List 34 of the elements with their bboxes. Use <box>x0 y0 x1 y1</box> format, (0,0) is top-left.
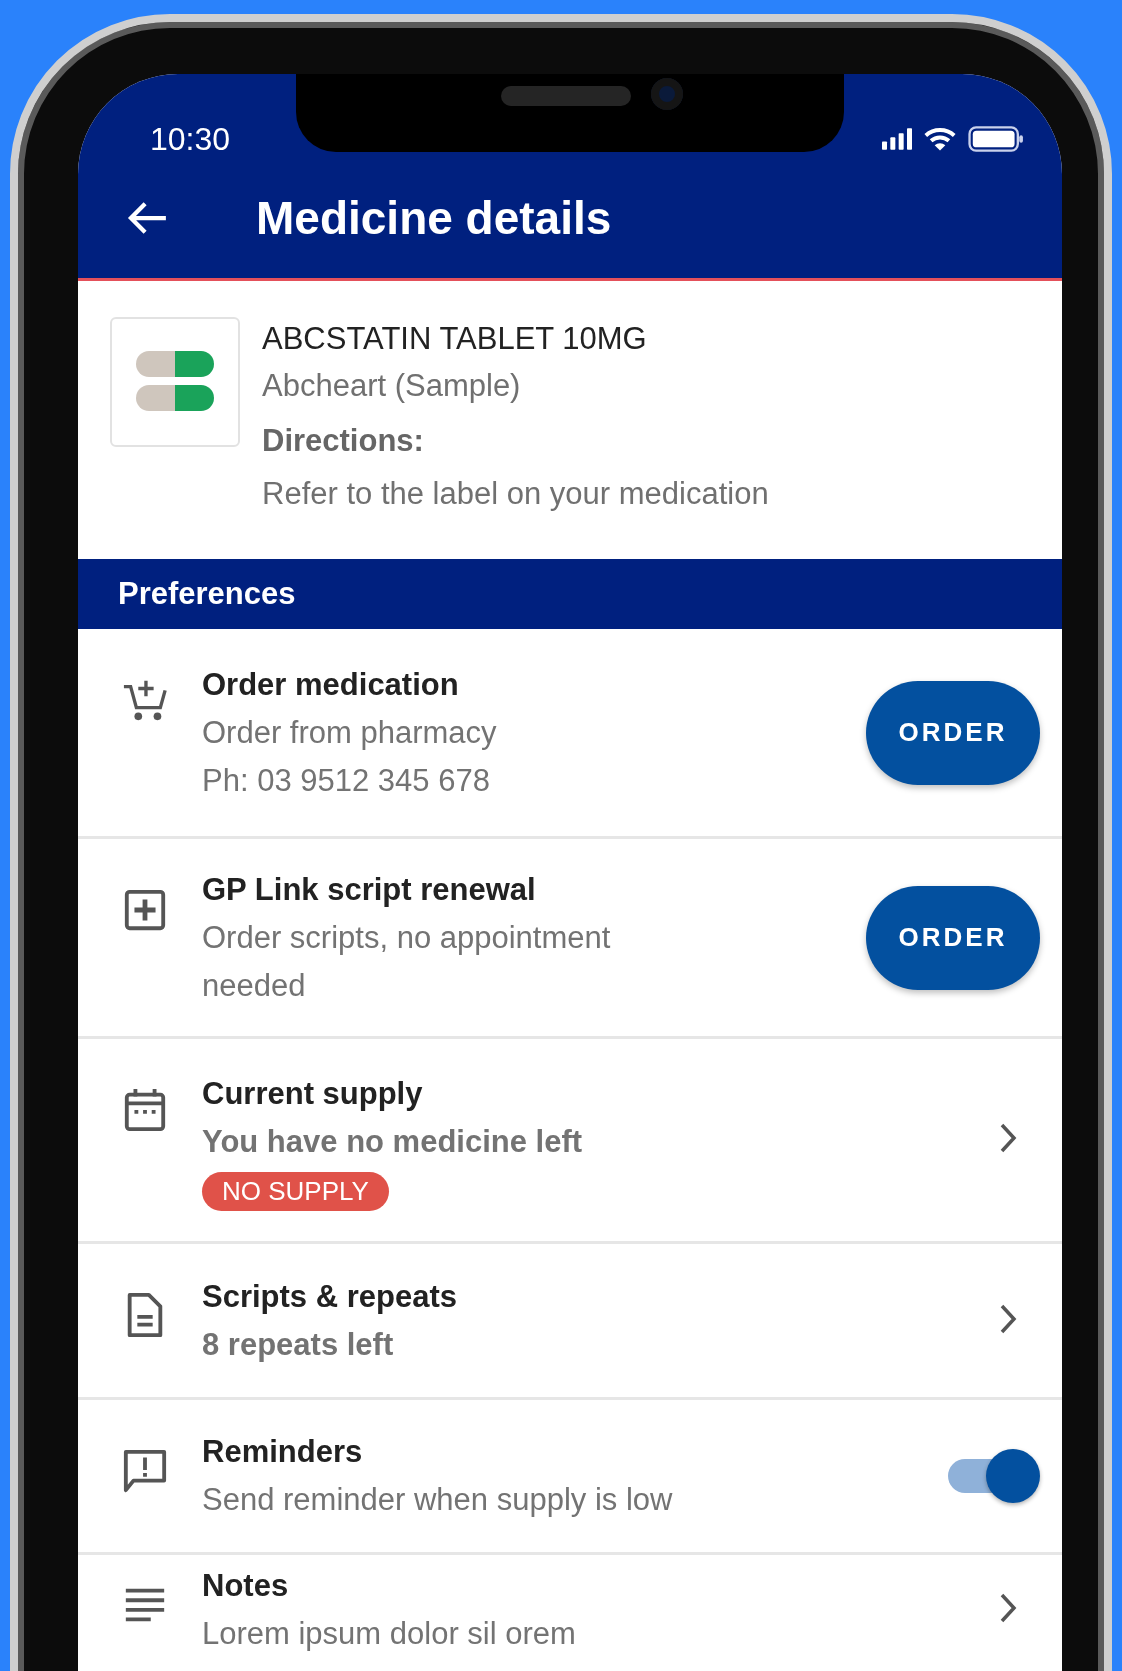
wifi-icon <box>924 126 956 152</box>
status-time: 10:30 <box>150 120 231 158</box>
alert-message-icon <box>122 1448 168 1494</box>
directions-text: Refer to the label on your medication <box>262 475 769 513</box>
row-title: Notes <box>202 1567 290 1605</box>
reminder-toggle[interactable] <box>948 1449 1040 1503</box>
row-title: Order medication <box>202 665 460 704</box>
screen-title: Medicine details <box>256 191 612 245</box>
row-title: GP Link script renewal <box>202 870 537 909</box>
order-button[interactable]: ORDER <box>866 680 1040 785</box>
signal-icon <box>882 128 912 150</box>
calendar-icon <box>122 1087 168 1133</box>
medicine-name: ABCSTATIN TABLET 10MG <box>262 320 648 358</box>
section-title: Preferences <box>118 576 296 612</box>
directions-label: Directions: <box>262 422 425 460</box>
row-title: Current supply <box>202 1074 424 1113</box>
plus-square-icon <box>122 887 168 933</box>
row-subtitle: Order from pharmacy <box>202 713 498 752</box>
row-title: Scripts & repeats <box>202 1277 458 1316</box>
battery-icon <box>968 126 1024 152</box>
row-subtitle: You have no medicine left <box>202 1122 584 1161</box>
row-subtitle: Lorem ipsum dolor sil orem <box>202 1615 577 1653</box>
chevron-right-icon[interactable] <box>998 1122 1018 1154</box>
order-button[interactable]: ORDER <box>866 885 1040 990</box>
row-subtitle: Send reminder when supply is low <box>202 1481 674 1519</box>
back-arrow-icon[interactable] <box>126 201 168 235</box>
row-title: Reminders <box>202 1433 364 1471</box>
row-subtitle: Ph: 03 9512 345 678 <box>202 761 491 800</box>
chevron-right-icon[interactable] <box>998 1592 1018 1624</box>
chevron-right-icon[interactable] <box>998 1302 1018 1335</box>
row-subtitle: Order scripts, no appointment needed <box>202 918 612 1005</box>
row-subtitle: 8 repeats left <box>202 1325 395 1364</box>
status-badge: NO SUPPLY <box>202 1171 389 1211</box>
medicine-brand: Abcheart (Sample) <box>262 367 522 405</box>
